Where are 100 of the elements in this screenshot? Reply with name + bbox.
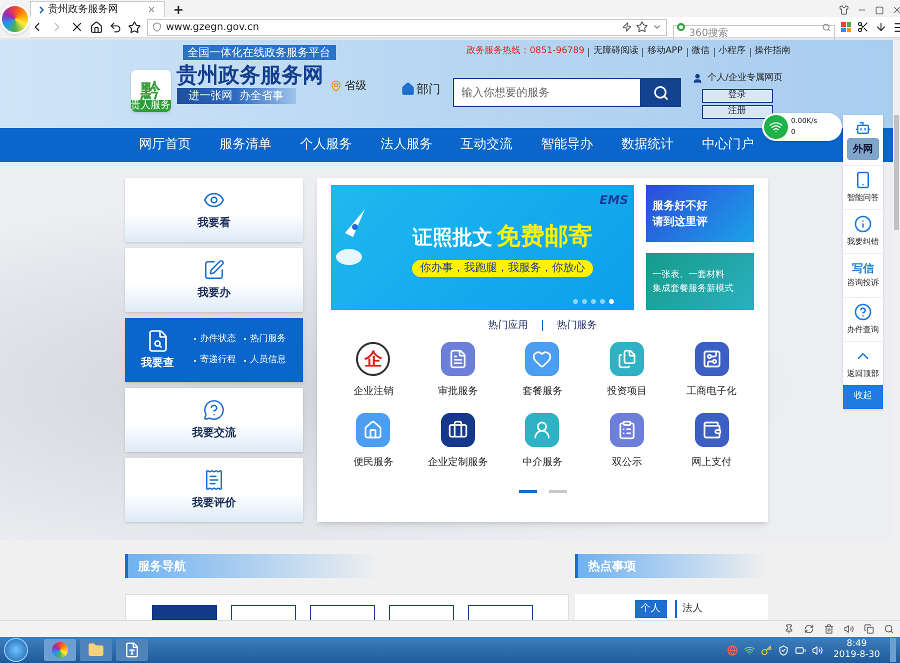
undo-icon[interactable] — [109, 20, 122, 34]
lightning-icon[interactable] — [622, 22, 632, 32]
app-label[interactable]: 审批服务 — [438, 384, 478, 399]
section-tab[interactable]: 热门服务 — [557, 318, 597, 333]
region-link[interactable]: 省级 — [344, 78, 366, 94]
app-label[interactable]: 企业定制服务 — [428, 455, 488, 470]
stop-icon[interactable] — [70, 20, 84, 34]
nav-link[interactable]: 数据统计 — [621, 135, 674, 155]
service-tab[interactable] — [310, 605, 375, 620]
query-link[interactable]: 热门服务 — [250, 332, 286, 346]
hot-tab[interactable]: 法人 — [674, 600, 708, 618]
page-indicator[interactable] — [518, 490, 536, 493]
refresh-icon[interactable] — [804, 624, 814, 634]
app-label[interactable]: 企业注销 — [353, 384, 394, 399]
auth-button[interactable]: 登录 — [702, 88, 772, 102]
personal-page-link[interactable]: 个人/企业专属网页 — [707, 72, 782, 86]
browser-logo-icon[interactable] — [0, 4, 30, 34]
close-icon[interactable] — [147, 5, 156, 14]
browser-tab[interactable]: 贵州政务服务网 — [30, 1, 165, 17]
favorite-icon[interactable] — [128, 20, 141, 34]
taskbar-app[interactable] — [80, 639, 112, 661]
nav-link[interactable]: 中心门户 — [702, 135, 754, 155]
apps-icon[interactable] — [841, 22, 851, 32]
close-icon[interactable] — [892, 5, 900, 15]
pin-icon[interactable] — [784, 624, 794, 634]
app-label[interactable]: 中介服务 — [522, 455, 562, 470]
collapse-button[interactable]: 收起 — [843, 385, 883, 409]
quick-card[interactable]: 我要评价 — [125, 458, 303, 522]
header-link[interactable]: 微信 — [692, 45, 710, 59]
header-link[interactable]: 移动APP — [647, 45, 682, 59]
quick-card[interactable]: 我要办 — [125, 248, 303, 312]
speaker-icon[interactable] — [844, 624, 854, 634]
nav-link[interactable]: 智能导办 — [541, 135, 594, 155]
service-search-field[interactable]: 输入你想要的服务 — [452, 78, 640, 107]
key-icon[interactable] — [761, 644, 772, 656]
section-tab[interactable]: 热门应用 — [488, 318, 528, 333]
header-link[interactable]: 小程序 — [718, 45, 746, 59]
maximize-icon[interactable] — [875, 6, 884, 14]
user-icon — [692, 73, 704, 84]
copy-icon[interactable] — [864, 624, 874, 634]
address-field[interactable]: www.gzegn.gov.cn — [147, 18, 667, 36]
app-label[interactable]: 套餐服务 — [522, 384, 562, 399]
shield-icon[interactable] — [778, 644, 790, 656]
app-label[interactable]: 网上支付 — [692, 455, 732, 470]
sidebar-item[interactable]: 办件查询 — [843, 297, 883, 341]
search-icon[interactable] — [822, 22, 831, 32]
banner-highlight: 免费邮寄 — [496, 221, 593, 252]
external-network-badge[interactable]: 外网 — [847, 138, 879, 160]
query-link[interactable]: 办件状态 — [200, 332, 236, 346]
star-icon[interactable] — [636, 21, 648, 33]
speaker-icon[interactable] — [812, 644, 824, 656]
home-icon — [400, 82, 414, 96]
ad-text: 一张表、一套材料 — [652, 268, 726, 282]
sidebar-item[interactable]: 智能问答 — [843, 165, 883, 209]
promo-banner[interactable]: EMS 证照批文 免费邮寄 你办事，我跑腿，我服务，你放心 — [331, 185, 634, 310]
search-button[interactable] — [640, 78, 680, 107]
hot-tab[interactable]: 个人 — [634, 600, 666, 618]
auth-button[interactable]: 注册 — [702, 104, 772, 118]
search-icon[interactable] — [884, 624, 894, 634]
skin-icon[interactable] — [839, 5, 849, 15]
header-link[interactable]: 操作指南 — [754, 45, 790, 59]
app-label[interactable]: 投资项目 — [607, 384, 648, 399]
new-tab-button[interactable]: + — [169, 4, 188, 17]
sidebar-item[interactable]: 我要纠错 — [843, 209, 883, 253]
quick-card[interactable]: 我要看 — [125, 178, 303, 242]
app-label[interactable]: 便民服务 — [353, 455, 394, 470]
header-link[interactable]: 无障碍阅读 — [593, 45, 638, 59]
query-link[interactable]: 人员信息 — [250, 354, 286, 368]
card-label: 我要办 — [198, 284, 230, 301]
nav-link[interactable]: 个人服务 — [300, 135, 352, 155]
nav-link[interactable]: 网厅首页 — [139, 135, 192, 155]
service-tab[interactable] — [389, 605, 454, 620]
nav-link[interactable]: 服务清单 — [220, 135, 272, 155]
quick-card[interactable]: 我要查 办件状态 热门服务 寄递行程 人员信息 — [125, 318, 303, 382]
wifi-icon[interactable] — [744, 644, 756, 656]
app-label[interactable]: 双公示 — [612, 455, 642, 470]
download-icon[interactable] — [875, 21, 887, 33]
home-icon[interactable] — [90, 20, 103, 34]
query-link[interactable]: 寄递行程 — [200, 354, 236, 368]
promo-ad[interactable]: 服务好不好 请到这里评 — [646, 185, 754, 242]
quick-card[interactable]: 我要交流 — [125, 388, 303, 452]
wifi-icon — [769, 120, 783, 134]
nav-link[interactable]: 互动交流 — [460, 135, 513, 155]
ems-logo: EMS — [600, 192, 628, 209]
ad-text: 服务好不好 — [652, 198, 708, 214]
sidebar-item[interactable]: 写信 咨询投诉 — [843, 253, 883, 297]
taskbar-app[interactable] — [44, 639, 76, 661]
app-label[interactable]: 工商电子化 — [686, 384, 737, 399]
folder-icon — [88, 642, 104, 658]
start-button[interactable] — [4, 638, 28, 662]
service-tab[interactable] — [231, 605, 296, 620]
scissors-icon[interactable] — [857, 21, 869, 33]
robot-icon — [855, 120, 871, 136]
taskbar-app[interactable] — [116, 639, 148, 661]
service-tab[interactable] — [468, 605, 533, 620]
department-link[interactable]: 部门 — [416, 80, 440, 98]
trash-icon[interactable] — [824, 624, 834, 634]
battery-icon[interactable] — [795, 644, 806, 656]
nav-link[interactable]: 法人服务 — [380, 135, 432, 155]
scrollbar[interactable] — [893, 40, 900, 620]
